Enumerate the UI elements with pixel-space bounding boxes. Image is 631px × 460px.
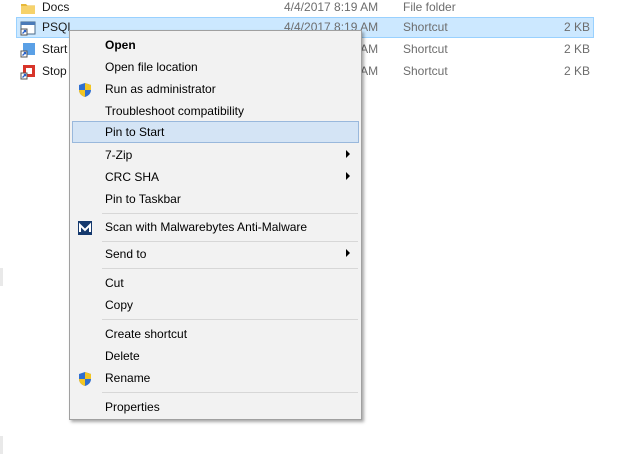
menu-item-malwarebytes-scan[interactable]: Scan with Malwarebytes Anti-Malware [72, 216, 359, 238]
file-size: 2 KB [563, 20, 590, 34]
menu-item-crc-sha[interactable]: CRC SHA [72, 166, 359, 188]
edge-mark [0, 268, 3, 286]
menu-item-send-to[interactable]: Send to [72, 243, 359, 265]
menu-item-cut[interactable]: Cut [72, 272, 359, 294]
menu-item-label: Create shortcut [105, 327, 188, 341]
file-size: 2 KB [563, 64, 590, 78]
menu-item-copy[interactable]: Copy [72, 294, 359, 316]
shortcut-stop-icon [20, 64, 36, 80]
menu-item-label: Rename [105, 371, 151, 385]
menu-separator [102, 241, 358, 242]
menu-item-label: Cut [105, 276, 124, 290]
menu-item-label: Delete [105, 349, 140, 363]
shortcut-start-icon [20, 42, 36, 58]
menu-item-run-as-administrator[interactable]: Run as administrator [72, 78, 359, 100]
menu-item-rename[interactable]: Rename [72, 367, 359, 389]
file-name: Stop [42, 64, 67, 78]
menu-item-label: Scan with Malwarebytes Anti-Malware [105, 220, 308, 234]
file-type: Shortcut [403, 64, 448, 78]
menu-item-open-file-location[interactable]: Open file location [72, 56, 359, 78]
menu-item-label: Pin to Start [105, 125, 165, 139]
menu-item-delete[interactable]: Delete [72, 345, 359, 367]
menu-item-label: CRC SHA [105, 170, 160, 184]
edge-mark [0, 436, 3, 454]
menu-item-pin-to-start[interactable]: Pin to Start [72, 121, 359, 143]
menu-item-label: Open file location [105, 60, 198, 74]
menu-separator [102, 268, 358, 269]
file-name: Start [42, 42, 68, 56]
menu-item-label: Copy [105, 298, 134, 312]
file-name: Docs [42, 0, 70, 14]
file-type: Shortcut [403, 42, 448, 56]
menu-item-label: Run as administrator [105, 82, 216, 96]
menu-item-label: 7-Zip [105, 148, 133, 162]
uac-shield-icon [77, 371, 93, 387]
menu-separator [102, 213, 358, 214]
menu-item-label: Properties [105, 400, 160, 414]
menu-item-troubleshoot-compatibility[interactable]: Troubleshoot compatibility [72, 100, 359, 122]
file-size: 2 KB [563, 42, 590, 56]
menu-separator [102, 392, 358, 393]
file-date: 4/4/2017 8:19 AM [284, 0, 379, 14]
file-type: File folder [403, 0, 456, 14]
menu-item-7zip[interactable]: 7-Zip [72, 144, 359, 166]
menu-item-properties[interactable]: Properties [72, 396, 359, 418]
uac-shield-icon [77, 82, 93, 98]
context-menu: Open Open file location Run as administr… [69, 30, 362, 420]
submenu-arrow-icon [346, 249, 350, 257]
malwarebytes-icon [77, 220, 93, 236]
menu-item-pin-to-taskbar[interactable]: Pin to Taskbar [72, 188, 359, 210]
menu-item-label: Open [105, 38, 136, 52]
folder-icon [20, 0, 36, 16]
menu-item-open[interactable]: Open [72, 34, 359, 56]
menu-item-label: Pin to Taskbar [105, 192, 181, 206]
submenu-arrow-icon [346, 150, 350, 158]
menu-separator [102, 319, 358, 320]
menu-item-label: Send to [105, 247, 147, 261]
menu-item-label: Troubleshoot compatibility [105, 104, 244, 118]
shortcut-app-icon [20, 20, 36, 36]
submenu-arrow-icon [346, 172, 350, 180]
menu-item-create-shortcut[interactable]: Create shortcut [72, 323, 359, 345]
file-type: Shortcut [403, 20, 448, 34]
